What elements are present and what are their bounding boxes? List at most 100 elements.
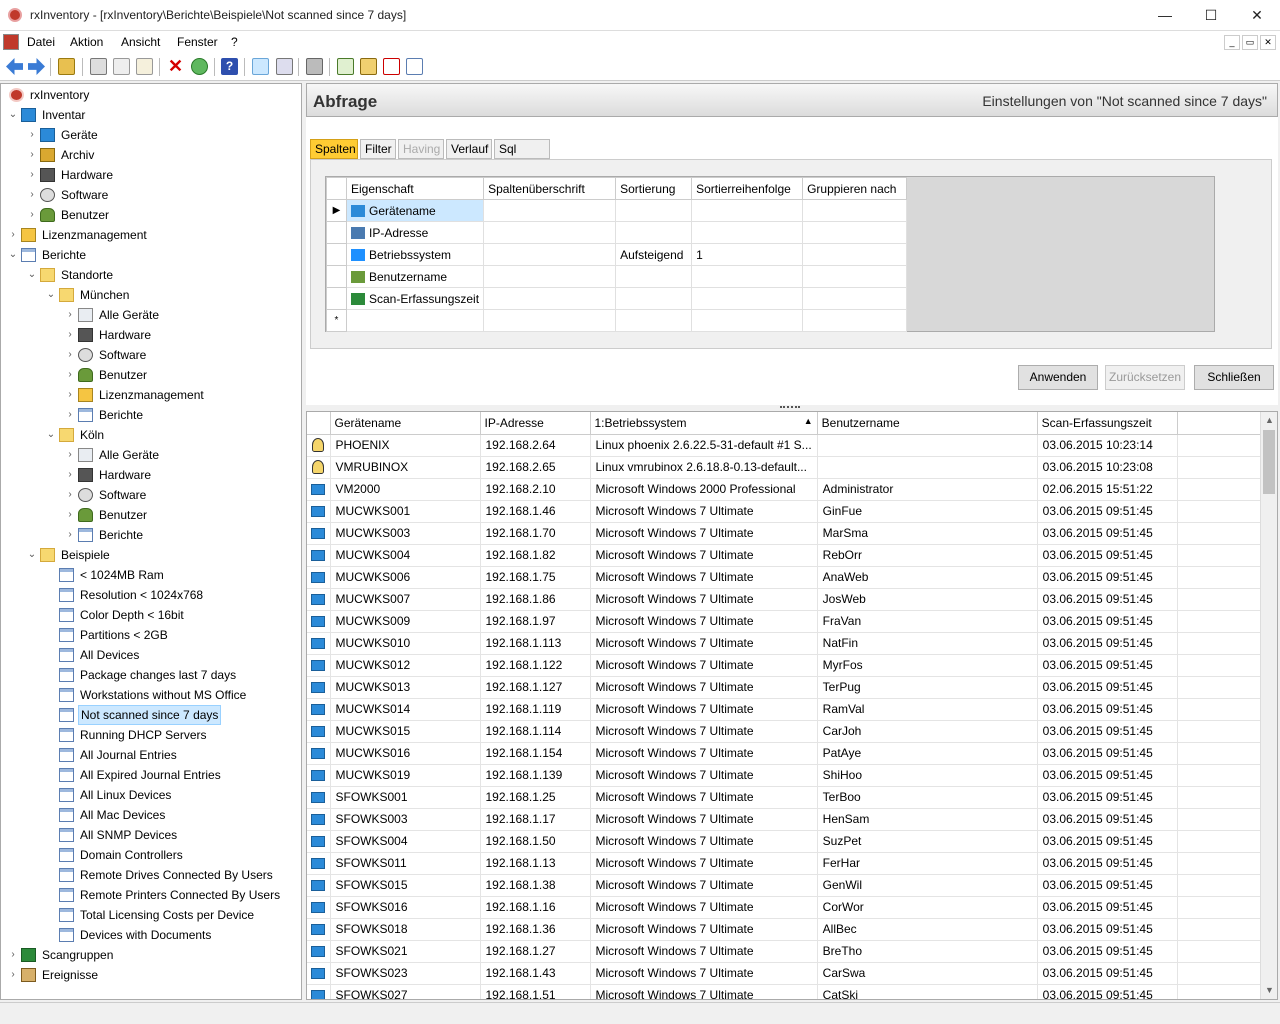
expand-chevron-icon[interactable]: › bbox=[7, 945, 19, 965]
col-gruppieren-nach[interactable]: Gruppieren nach bbox=[802, 177, 908, 200]
tree-koeln-item[interactable]: › Hardware bbox=[64, 465, 301, 485]
tree-beispiele-item[interactable]: < 1024MB Ram bbox=[45, 565, 301, 585]
columns-grid-cell[interactable]: Aufsteigend bbox=[615, 243, 693, 266]
tab-sql-view[interactable]: Sql View bbox=[494, 139, 550, 174]
results-col-scan-erfassungszeit[interactable]: Scan-Erfassungszeit bbox=[1037, 412, 1178, 435]
tree-koeln-item[interactable]: › Alle Geräte bbox=[64, 445, 301, 465]
col-spaltenueberschrift[interactable]: Spaltenüberschrift bbox=[483, 177, 617, 200]
table-row[interactable]: SFOWKS027 192.168.1.51 Microsoft Windows 7… bbox=[307, 984, 1268, 999]
tree-inventar-item[interactable]: › Archiv bbox=[26, 145, 301, 165]
results-col-ip-adresse[interactable]: IP-Adresse bbox=[480, 412, 591, 435]
tree-root[interactable]: rxInventory bbox=[1, 85, 285, 105]
export-icon[interactable] bbox=[337, 58, 354, 75]
columns-grid-cell[interactable] bbox=[691, 199, 804, 222]
tree-beispiele-item[interactable]: Devices with Documents bbox=[45, 925, 301, 945]
tree-beispiele-item[interactable]: All Expired Journal Entries bbox=[45, 765, 301, 785]
expand-chevron-icon[interactable]: › bbox=[64, 365, 76, 385]
columns-grid-cell[interactable] bbox=[615, 199, 693, 222]
export-folder-icon[interactable] bbox=[360, 58, 377, 75]
table-row[interactable]: MUCWKS001 192.168.1.46 Microsoft Windows 7… bbox=[307, 500, 1268, 523]
back-icon[interactable] bbox=[6, 58, 23, 75]
expand-chevron-icon[interactable]: › bbox=[64, 485, 76, 505]
expand-chevron-icon[interactable]: › bbox=[64, 405, 76, 425]
expand-chevron-icon[interactable]: › bbox=[64, 445, 76, 465]
tree-beispiele-item[interactable]: Resolution < 1024x768 bbox=[45, 585, 301, 605]
expand-chevron-icon[interactable]: › bbox=[26, 205, 38, 225]
expand-chevron-icon[interactable]: › bbox=[26, 165, 38, 185]
columns-grid-cell[interactable] bbox=[802, 243, 908, 266]
table-row[interactable]: SFOWKS003 192.168.1.17 Microsoft Windows 7… bbox=[307, 808, 1268, 831]
scroll-thumb[interactable] bbox=[1263, 430, 1275, 494]
columns-grid-row[interactable]: Scan-Erfassungszeit bbox=[326, 287, 908, 310]
collapse-chevron-icon[interactable]: ⌄ bbox=[45, 425, 57, 445]
columns-grid-row[interactable]: ▶ Gerätename bbox=[326, 199, 908, 222]
tree-inventar-item[interactable]: › Software bbox=[26, 185, 301, 205]
expand-chevron-icon[interactable]: › bbox=[26, 145, 38, 165]
mdi-close-button[interactable]: ✕ bbox=[1260, 35, 1276, 50]
table-row[interactable]: SFOWKS011 192.168.1.13 Microsoft Windows 7… bbox=[307, 852, 1268, 875]
columns-grid-cell[interactable] bbox=[691, 265, 804, 288]
columns-grid-cell[interactable]: 1 bbox=[691, 243, 804, 266]
table-row[interactable]: VM2000 192.168.2.10 Microsoft Windows 2000… bbox=[307, 478, 1268, 501]
columns-grid-cell[interactable] bbox=[483, 309, 617, 332]
columns-grid-cell[interactable]: Gerätename bbox=[345, 199, 485, 222]
new-row[interactable]: * bbox=[326, 309, 908, 332]
table-row[interactable]: SFOWKS001 192.168.1.25 Microsoft Windows 7… bbox=[307, 786, 1268, 809]
menu-ansicht[interactable]: Ansicht bbox=[121, 35, 160, 49]
collapse-chevron-icon[interactable]: ⌄ bbox=[7, 245, 19, 265]
tree-beispiele-item[interactable]: All Devices bbox=[45, 645, 301, 665]
close-query-button[interactable]: Schließen bbox=[1194, 365, 1274, 390]
columns-grid-cell[interactable] bbox=[615, 265, 693, 288]
columns-grid-cell[interactable]: Benutzername bbox=[345, 265, 485, 288]
table-row[interactable]: MUCWKS003 192.168.1.70 Microsoft Windows 7… bbox=[307, 522, 1268, 545]
tree-beispiele-item[interactable]: All Linux Devices bbox=[45, 785, 301, 805]
tab-verlauf[interactable]: Verlauf bbox=[446, 139, 492, 159]
expand-chevron-icon[interactable]: › bbox=[64, 525, 76, 545]
table-row[interactable]: MUCWKS016 192.168.1.154 Microsoft Windows … bbox=[307, 742, 1268, 765]
expand-chevron-icon[interactable]: › bbox=[64, 345, 76, 365]
columns-grid-cell[interactable] bbox=[615, 309, 693, 332]
columns-grid-cell[interactable]: Scan-Erfassungszeit bbox=[345, 287, 485, 310]
up-folder-icon[interactable] bbox=[58, 58, 75, 75]
tree-koeln-item[interactable]: › Berichte bbox=[64, 525, 301, 545]
tree-koeln-item[interactable]: › Software bbox=[64, 485, 301, 505]
col-sortierung[interactable]: Sortierung bbox=[615, 177, 693, 200]
columns-grid-row[interactable]: IP-Adresse bbox=[326, 221, 908, 244]
expand-chevron-icon[interactable]: › bbox=[64, 465, 76, 485]
col-eigenschaft[interactable]: Eigenschaft bbox=[345, 177, 485, 200]
table-row[interactable]: SFOWKS016 192.168.1.16 Microsoft Windows 7… bbox=[307, 896, 1268, 919]
expand-chevron-icon[interactable]: › bbox=[7, 965, 19, 985]
menu-fenster[interactable]: Fenster bbox=[177, 35, 218, 49]
columns-grid-row[interactable]: Benutzername bbox=[326, 265, 908, 288]
table-row[interactable]: SFOWKS004 192.168.1.50 Microsoft Windows 7… bbox=[307, 830, 1268, 853]
results-col-betriebssystem[interactable]: 1:Betriebssystem ▲ bbox=[590, 412, 818, 435]
close-window-button[interactable]: ✕ bbox=[1234, 0, 1280, 31]
columns-grid-cell[interactable]: Betriebssystem bbox=[345, 243, 485, 266]
tree-beispiele-item[interactable]: Remote Drives Connected By Users bbox=[45, 865, 301, 885]
table-row[interactable]: SFOWKS018 192.168.1.36 Microsoft Windows 7… bbox=[307, 918, 1268, 941]
tree-beispiele-item[interactable]: Total Licensing Costs per Device bbox=[45, 905, 301, 925]
columns-grid-cell[interactable] bbox=[802, 265, 908, 288]
menu-aktion[interactable]: Aktion bbox=[70, 35, 103, 49]
tree-beispiele-item[interactable]: Not scanned since 7 days bbox=[45, 705, 301, 725]
tree-muenchen-item[interactable]: › Software bbox=[64, 345, 301, 365]
tree-beispiele-item[interactable]: All SNMP Devices bbox=[45, 825, 301, 845]
columns-grid-cell[interactable] bbox=[615, 287, 693, 310]
table-row[interactable]: MUCWKS006 192.168.1.75 Microsoft Windows 7… bbox=[307, 566, 1268, 589]
tree-inventar-item[interactable]: › Hardware bbox=[26, 165, 301, 185]
columns-grid-cell[interactable] bbox=[483, 199, 617, 222]
tree-inventar-item[interactable]: › Benutzer bbox=[26, 205, 301, 225]
tree-beispiele[interactable]: ⌄ Beispiele bbox=[26, 545, 301, 565]
collapse-chevron-icon[interactable]: ⌄ bbox=[45, 285, 57, 305]
table-row[interactable]: MUCWKS013 192.168.1.127 Microsoft Windows … bbox=[307, 676, 1268, 699]
columns-grid-cell[interactable] bbox=[802, 309, 908, 332]
collapse-chevron-icon[interactable]: ⌄ bbox=[7, 105, 19, 125]
row-header[interactable] bbox=[326, 243, 347, 266]
tree-beispiele-item[interactable]: Domain Controllers bbox=[45, 845, 301, 865]
tree-muenchen[interactable]: ⌄ München bbox=[45, 285, 301, 305]
splitter-grip[interactable] bbox=[780, 406, 800, 410]
results-vertical-scrollbar[interactable]: ▲ ▼ bbox=[1260, 412, 1277, 999]
mdi-minimize-button[interactable]: _ bbox=[1224, 35, 1240, 50]
tab-spalten[interactable]: Spalten bbox=[310, 139, 358, 159]
columns-grid-cell[interactable] bbox=[615, 221, 693, 244]
